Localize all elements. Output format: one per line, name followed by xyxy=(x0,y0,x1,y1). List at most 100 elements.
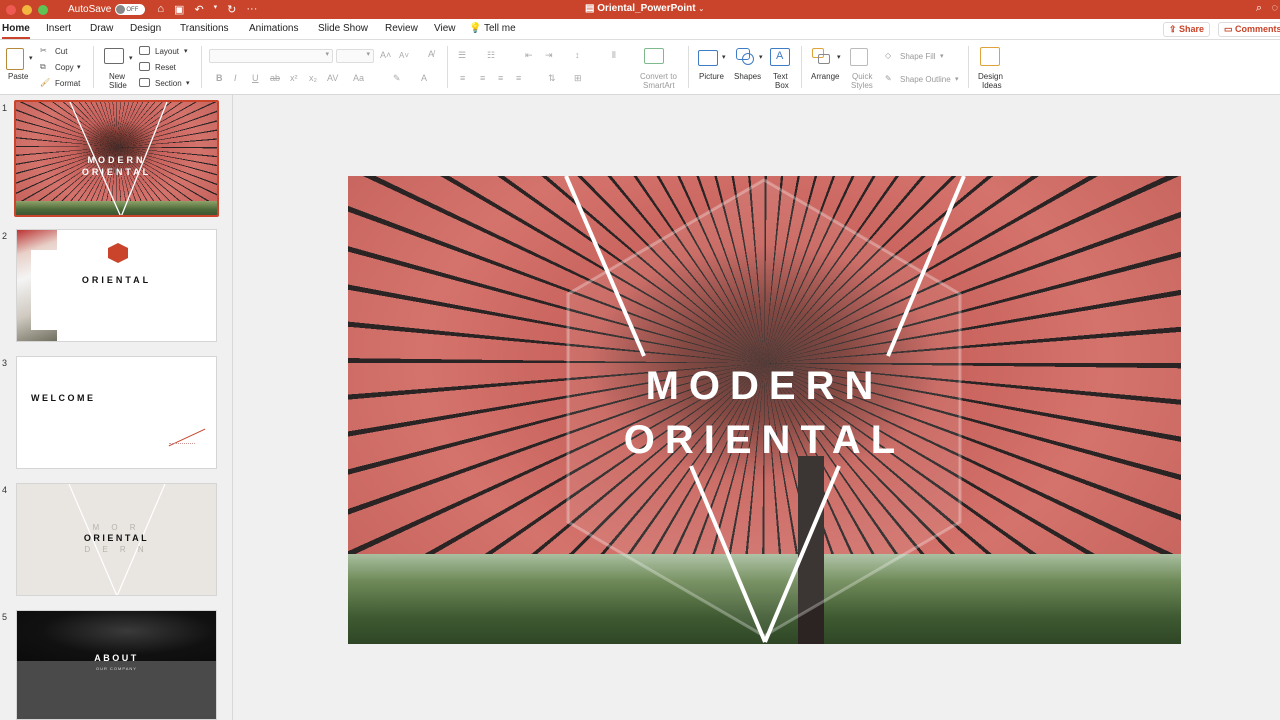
quick-styles-button-line1[interactable]: Quick xyxy=(852,72,872,81)
design-ideas-button-line2[interactable]: Ideas xyxy=(982,81,1002,90)
picture-icon[interactable] xyxy=(698,50,718,66)
justify-icon[interactable]: ≡ xyxy=(516,73,521,83)
reset-button[interactable]: Reset xyxy=(155,63,176,72)
tab-tell-me[interactable]: Tell me xyxy=(484,23,516,34)
font-color-icon[interactable]: A xyxy=(421,73,427,83)
shape-fill-dropdown-icon[interactable]: ▾ xyxy=(940,52,944,61)
tab-insert[interactable]: Insert xyxy=(46,23,71,34)
shapes-button[interactable]: Shapes xyxy=(734,72,761,81)
undo-dropdown-icon[interactable]: ▾ xyxy=(214,3,218,16)
comments-button[interactable]: ▭ Comments xyxy=(1218,22,1280,37)
convert-smartart-button-line2[interactable]: SmartArt xyxy=(643,81,675,90)
slide-title-line1[interactable]: MODERN xyxy=(348,364,1181,409)
paste-icon[interactable] xyxy=(6,48,24,70)
columns-icon[interactable]: ⫴ xyxy=(612,50,616,61)
autosave-toggle[interactable]: OFF xyxy=(115,4,146,15)
subscript-icon[interactable]: x₂ xyxy=(309,73,317,83)
arrange-dropdown-icon[interactable]: ▾ xyxy=(837,53,841,62)
ribbon: Paste ▾ ✂ Cut ⧉ Copy ▾ 🖌 Format New Slid… xyxy=(0,40,1280,95)
layout-button[interactable]: Layout xyxy=(155,47,179,56)
smartart-icon[interactable] xyxy=(644,48,664,64)
design-ideas-icon[interactable] xyxy=(980,47,1000,66)
slide-title-line2[interactable]: ORIENTAL xyxy=(348,418,1181,463)
redo-icon[interactable]: ↻ xyxy=(227,3,236,16)
tab-transitions[interactable]: Transitions xyxy=(180,23,229,34)
paste-dropdown-icon[interactable]: ▾ xyxy=(29,54,33,63)
slide-thumbnail-1[interactable]: MODERN ORIENTAL xyxy=(14,100,219,217)
close-window-button[interactable] xyxy=(6,4,16,15)
quick-styles-icon[interactable] xyxy=(850,48,868,66)
shape-fill-button[interactable]: Shape Fill xyxy=(900,52,936,61)
change-case-icon[interactable]: Aa xyxy=(353,73,364,83)
highlight-icon[interactable]: ✎ xyxy=(393,73,401,84)
tab-home[interactable]: Home xyxy=(2,23,30,39)
search-icon[interactable]: ⌕ xyxy=(1256,2,1262,15)
picture-dropdown-icon[interactable]: ▾ xyxy=(722,53,726,62)
align-text-icon[interactable]: ⊞ xyxy=(574,73,582,84)
title-chevron-icon[interactable]: ⌄ xyxy=(698,6,704,13)
numbering-icon[interactable]: ☷ xyxy=(487,50,495,61)
decrease-indent-icon[interactable]: ⇤ xyxy=(525,50,533,61)
increase-indent-icon[interactable]: ⇥ xyxy=(545,50,553,61)
text-box-button-line1[interactable]: Text xyxy=(773,72,788,81)
shapes-dropdown-icon[interactable]: ▾ xyxy=(759,53,763,62)
more-icon[interactable]: ··· xyxy=(246,3,257,16)
increase-font-icon[interactable]: A˄ xyxy=(380,50,391,60)
text-direction-icon[interactable]: ⇅ xyxy=(548,73,556,84)
new-slide-dropdown-icon[interactable]: ▾ xyxy=(129,54,133,63)
layout-dropdown-icon[interactable]: ▾ xyxy=(184,47,188,56)
text-box-icon[interactable]: A xyxy=(770,48,790,66)
paste-button[interactable]: Paste xyxy=(8,72,28,81)
slide-thumbnail-2[interactable]: ORIENTAL xyxy=(16,229,217,342)
section-dropdown-icon[interactable]: ▾ xyxy=(186,79,190,88)
line-spacing-icon[interactable]: ↕ xyxy=(575,50,580,60)
save-icon[interactable]: ▣ xyxy=(174,3,184,16)
quick-styles-button-line2[interactable]: Styles xyxy=(851,81,873,90)
font-name-select[interactable]: ▾ xyxy=(209,49,333,63)
arrange-button[interactable]: Arrange xyxy=(811,72,839,81)
clear-formatting-icon[interactable]: A̸ xyxy=(428,49,434,59)
copy-button[interactable]: Copy xyxy=(55,63,74,72)
slide-thumbnail-3[interactable]: WELCOME xyxy=(16,356,217,469)
italic-icon[interactable]: I xyxy=(234,73,237,83)
slide-thumbnail-4[interactable]: M O R ORIENTAL D E R N xyxy=(16,483,217,596)
tab-draw[interactable]: Draw xyxy=(90,23,113,34)
slide-thumbnail-5[interactable]: ABOUT OUR COMPANY xyxy=(16,610,217,720)
design-ideas-button-line1[interactable]: Design xyxy=(978,72,1003,81)
minimize-window-button[interactable] xyxy=(22,4,32,15)
shape-outline-button[interactable]: Shape Outline xyxy=(900,75,951,84)
convert-smartart-button-line1[interactable]: Convert to xyxy=(640,72,677,81)
format-painter-button[interactable]: Format xyxy=(55,79,80,88)
share-button[interactable]: ⇪ Share xyxy=(1163,22,1211,37)
copy-dropdown-icon[interactable]: ▾ xyxy=(77,63,81,72)
text-box-button-line2[interactable]: Box xyxy=(775,81,789,90)
bold-icon[interactable]: B xyxy=(216,73,223,83)
picture-button[interactable]: Picture xyxy=(699,72,724,81)
align-right-icon[interactable]: ≡ xyxy=(498,73,503,83)
tab-design[interactable]: Design xyxy=(130,23,161,34)
tab-view[interactable]: View xyxy=(434,23,456,34)
character-spacing-icon[interactable]: AV xyxy=(327,73,338,83)
align-center-icon[interactable]: ≡ xyxy=(480,73,485,83)
account-icon[interactable]: ◌ xyxy=(1271,2,1278,14)
new-slide-button-line2[interactable]: Slide xyxy=(109,81,127,90)
new-slide-button-line1[interactable]: New xyxy=(109,72,125,81)
new-slide-icon[interactable] xyxy=(104,48,124,64)
underline-icon[interactable]: U xyxy=(252,73,259,83)
font-size-select[interactable]: ▾ xyxy=(336,49,374,63)
superscript-icon[interactable]: x² xyxy=(290,73,298,83)
shape-outline-dropdown-icon[interactable]: ▾ xyxy=(955,75,959,84)
cut-button[interactable]: Cut xyxy=(55,47,67,56)
zoom-window-button[interactable] xyxy=(38,4,48,15)
bullets-icon[interactable]: ☰ xyxy=(458,50,466,61)
tab-slide-show[interactable]: Slide Show xyxy=(318,23,368,34)
align-left-icon[interactable]: ≡ xyxy=(460,73,465,83)
strikethrough-icon[interactable]: ab xyxy=(270,73,280,83)
tab-animations[interactable]: Animations xyxy=(249,23,298,34)
undo-icon[interactable]: ↶ xyxy=(194,3,203,16)
tab-review[interactable]: Review xyxy=(385,23,418,34)
section-button[interactable]: Section xyxy=(155,79,182,88)
home-icon[interactable]: ⌂ xyxy=(157,3,164,16)
slide-canvas[interactable]: MODERN ORIENTAL xyxy=(348,176,1181,644)
decrease-font-icon[interactable]: A˅ xyxy=(399,51,409,60)
